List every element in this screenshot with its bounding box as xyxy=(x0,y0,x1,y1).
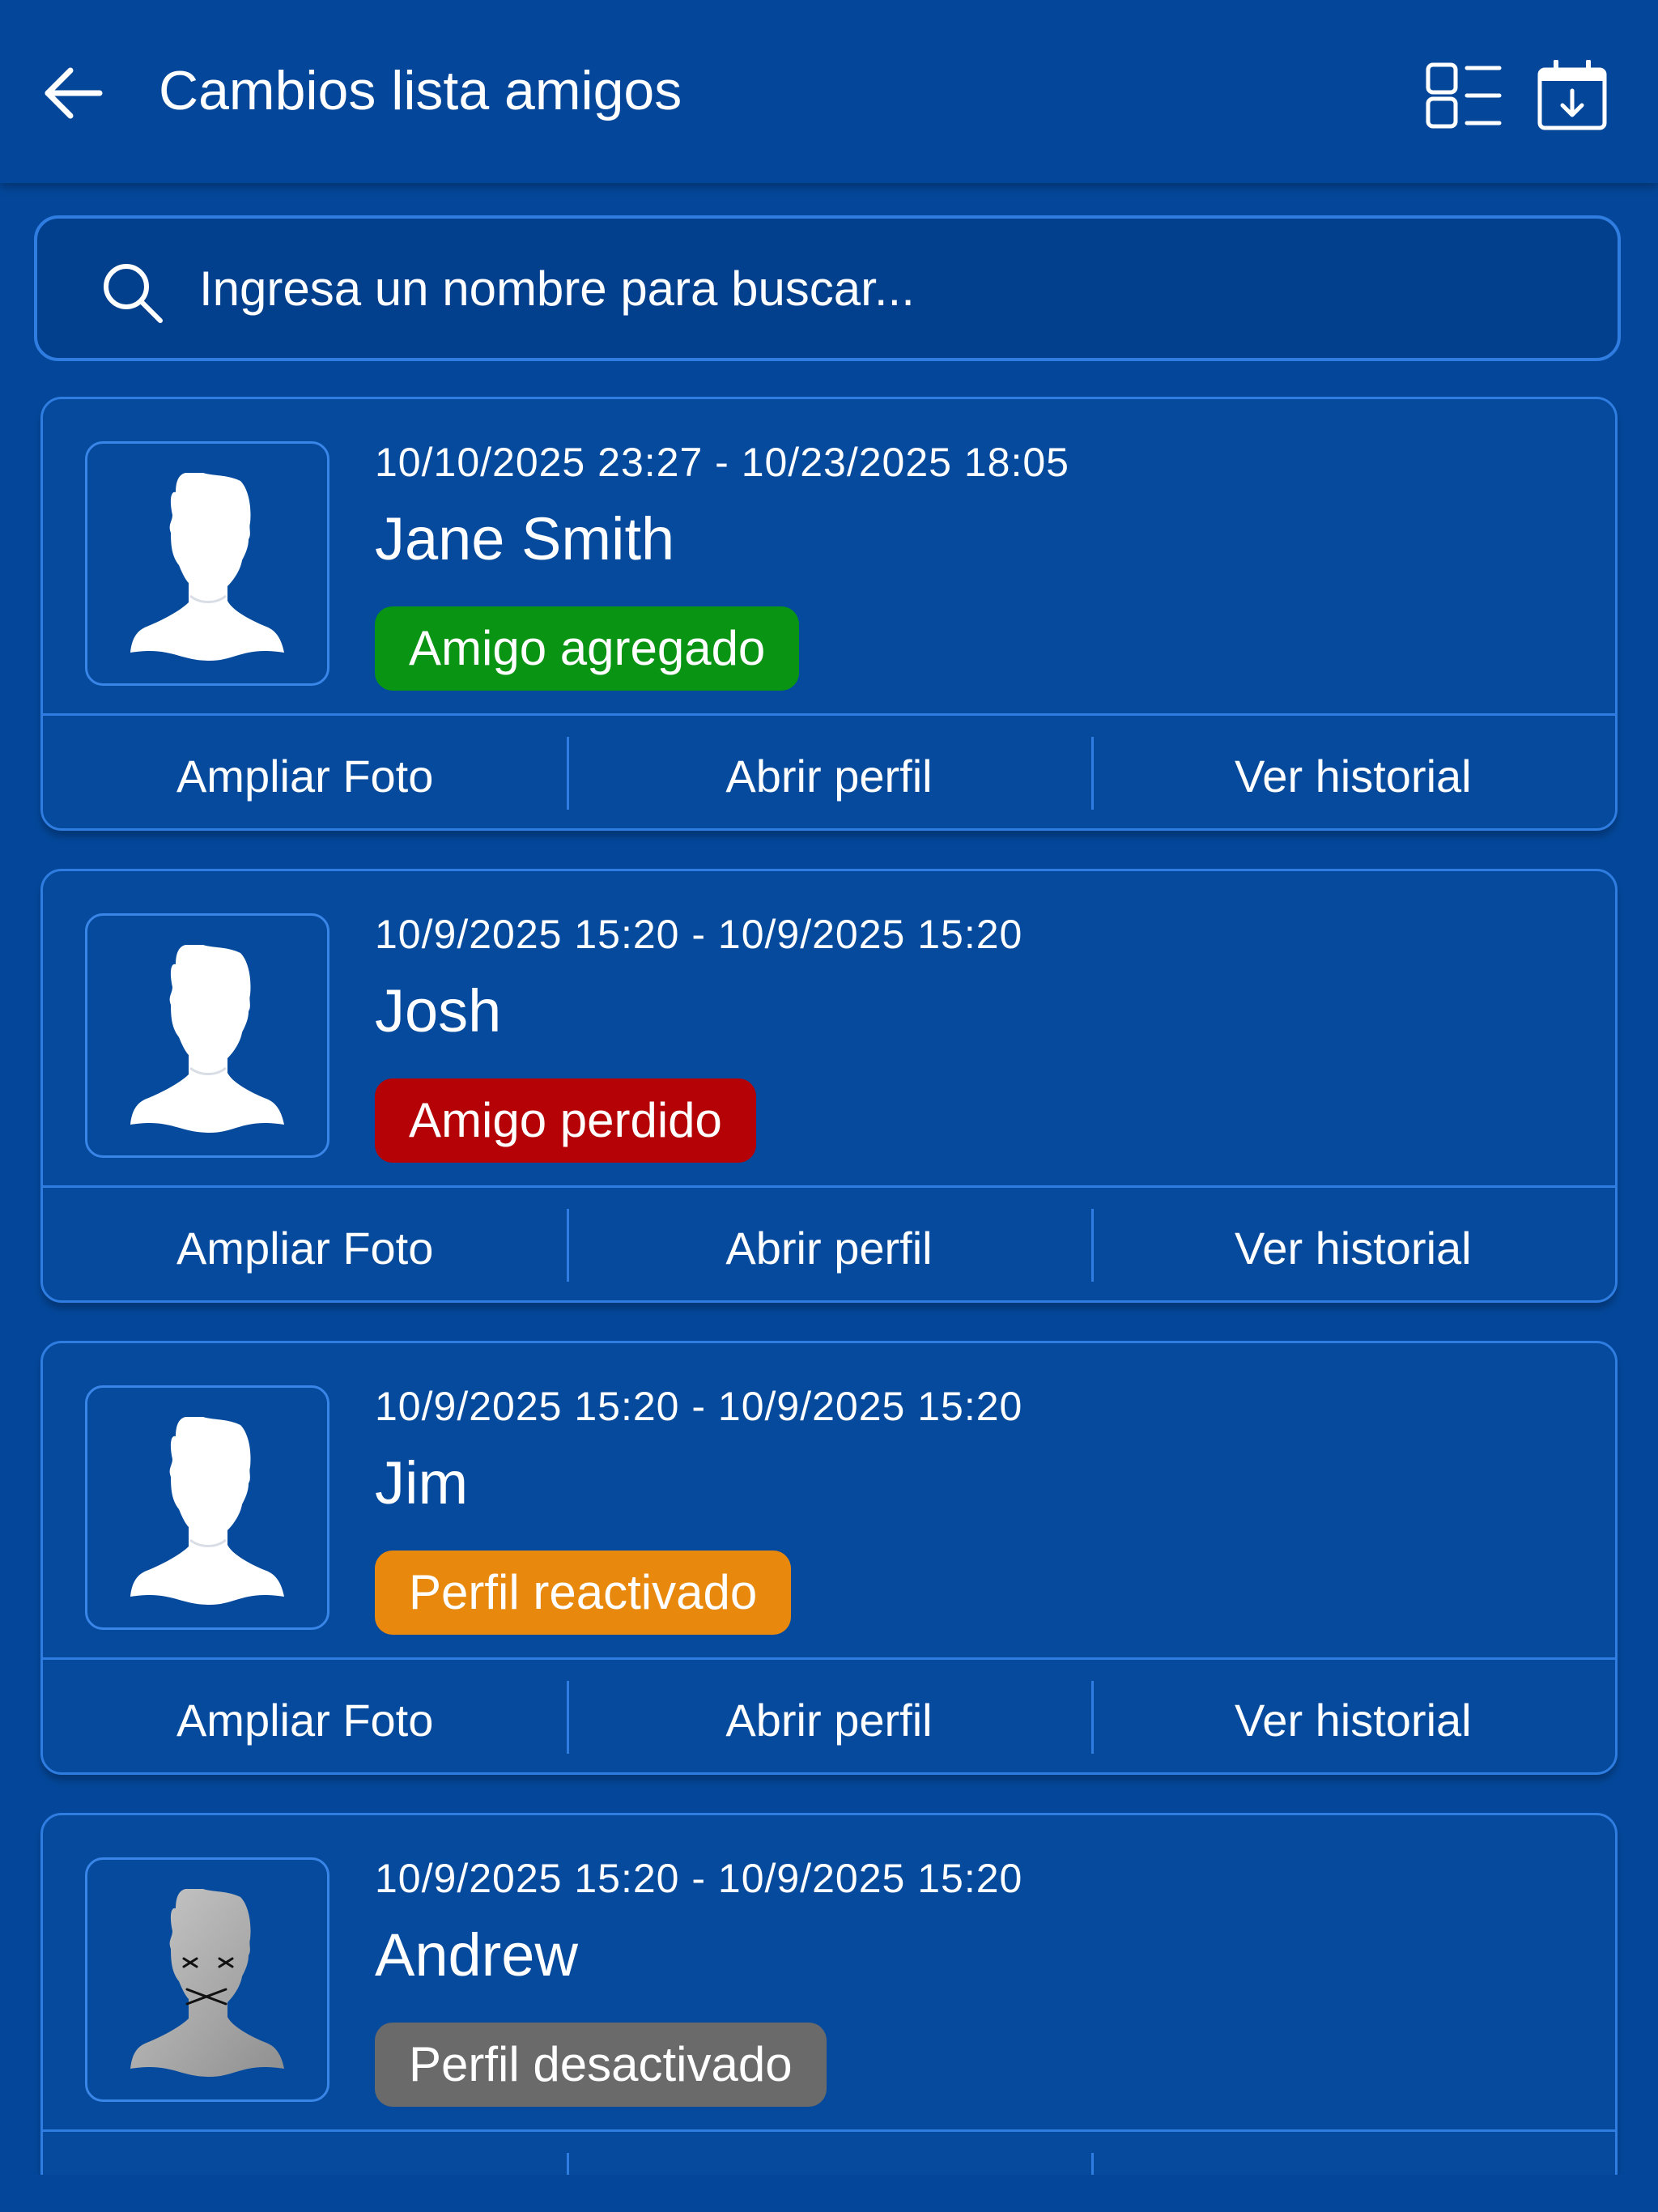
default-avatar-icon xyxy=(130,1417,284,1605)
card-actions: Ampliar Foto Abrir perfil Ver historial xyxy=(43,713,1615,828)
page-title: Cambios lista amigos xyxy=(159,60,682,121)
view-history-button[interactable]: Ver historial xyxy=(1090,1660,1615,1772)
grid-list-icon xyxy=(1426,62,1502,129)
avatar[interactable] xyxy=(85,913,329,1158)
calendar-download-button[interactable] xyxy=(1532,55,1613,136)
date-range: 10/10/2025 23:27 - 10/23/2025 18:05 xyxy=(375,440,1069,485)
view-history-button[interactable]: Ver historial xyxy=(1090,716,1615,828)
status-badge: Amigo perdido xyxy=(375,1078,756,1163)
card-actions: Ampliar Foto Abrir perfil Ver historial xyxy=(43,1185,1615,1300)
status-badge: Perfil reactivado xyxy=(375,1551,792,1635)
open-profile-button[interactable]: Abrir perfil xyxy=(567,1188,1090,1300)
deactivated-avatar-icon xyxy=(130,1889,284,2077)
avatar[interactable] xyxy=(85,1385,329,1630)
search-bar xyxy=(34,215,1621,361)
enlarge-photo-button[interactable]: Ampliar Foto xyxy=(43,2132,567,2176)
card-actions: Ampliar Foto Abrir perfil Ver historial xyxy=(43,1657,1615,1772)
arrow-left-icon xyxy=(45,67,103,119)
friend-name: Jane Smith xyxy=(375,505,675,572)
enlarge-photo-button[interactable]: Ampliar Foto xyxy=(43,716,567,828)
date-range: 10/9/2025 15:20 - 10/9/2025 15:20 xyxy=(375,912,1023,957)
view-history-button[interactable]: Ver historial xyxy=(1090,2132,1615,2175)
open-profile-button[interactable]: Abrir perfil xyxy=(567,716,1090,828)
search-icon xyxy=(104,264,163,323)
search-input[interactable] xyxy=(199,248,1575,329)
status-badge: Amigo agregado xyxy=(375,606,800,691)
friend-change-card: 10/9/2025 15:20 - 10/9/2025 15:20 Andrew… xyxy=(40,1813,1618,2175)
card-actions: Ampliar Foto Abrir perfil Ver historial xyxy=(43,2129,1615,2175)
enlarge-photo-button[interactable]: Ampliar Foto xyxy=(43,1660,567,1772)
friend-change-card: 10/9/2025 15:20 - 10/9/2025 15:20 Josh A… xyxy=(40,869,1618,1303)
friend-change-card: 10/10/2025 23:27 - 10/23/2025 18:05 Jane… xyxy=(40,397,1618,831)
avatar[interactable] xyxy=(85,441,329,686)
open-profile-button[interactable]: Abrir perfil xyxy=(567,1660,1090,1772)
open-profile-button[interactable]: Abrir perfil xyxy=(567,2132,1090,2175)
enlarge-photo-button[interactable]: Ampliar Foto xyxy=(43,1188,567,1300)
default-avatar-icon xyxy=(130,473,284,661)
friend-name: Andrew xyxy=(375,1921,578,1989)
view-mode-button[interactable] xyxy=(1423,55,1504,136)
calendar-download-icon xyxy=(1537,60,1607,130)
friend-name: Josh xyxy=(375,977,502,1044)
date-range: 10/9/2025 15:20 - 10/9/2025 15:20 xyxy=(375,1856,1023,1901)
app-header: Cambios lista amigos xyxy=(0,0,1658,183)
view-history-button[interactable]: Ver historial xyxy=(1090,1188,1615,1300)
default-avatar-icon xyxy=(130,945,284,1133)
status-badge: Perfil desactivado xyxy=(375,2023,827,2107)
avatar[interactable] xyxy=(85,1857,329,2102)
friend-name: Jim xyxy=(375,1449,469,1516)
date-range: 10/9/2025 15:20 - 10/9/2025 15:20 xyxy=(375,1384,1023,1429)
friend-change-card: 10/9/2025 15:20 - 10/9/2025 15:20 Jim Pe… xyxy=(40,1341,1618,1775)
back-button[interactable] xyxy=(40,57,105,130)
